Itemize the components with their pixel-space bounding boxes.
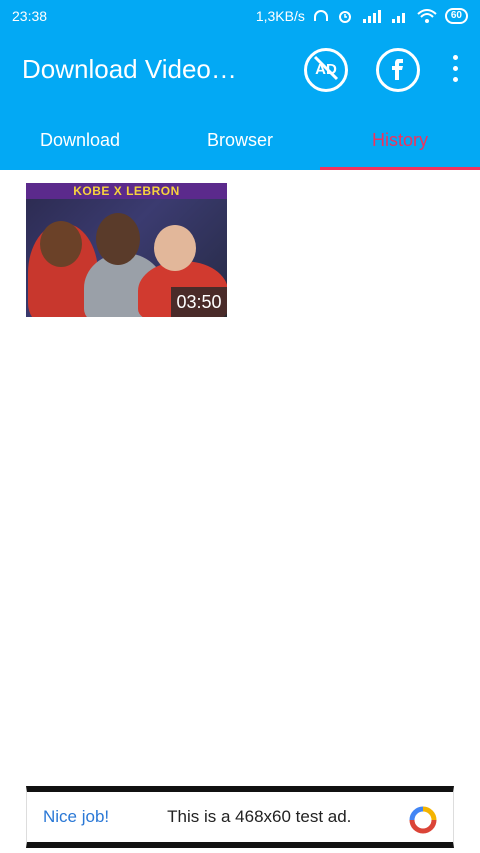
signal-4g-icon [361, 9, 383, 23]
reporter-head [154, 225, 196, 271]
video-thumbnail[interactable]: KOBE X LEBRON 03:50 [26, 183, 227, 317]
ad-logo-icon [409, 806, 437, 834]
status-time: 23:38 [12, 8, 48, 24]
no-ads-icon: AD [311, 53, 341, 88]
ad-lead-text: Nice job! [43, 807, 110, 826]
signal-icon [391, 9, 409, 23]
tab-download[interactable]: Download [0, 110, 160, 170]
tab-browser[interactable]: Browser [160, 110, 320, 170]
headset-icon [313, 9, 329, 23]
status-bar: 23:38 1,3KB/s 60 [0, 0, 480, 32]
status-icons: 1,3KB/s 60 [256, 8, 468, 24]
player-head-center [96, 213, 140, 265]
net-speed: 1,3KB/s [255, 8, 305, 24]
no-ads-button[interactable]: AD [304, 48, 348, 92]
wifi-icon [417, 9, 437, 23]
history-list: KOBE X LEBRON 03:50 [0, 170, 480, 785]
tab-bar: Download Browser History [0, 110, 480, 170]
app-actions: AD [304, 48, 462, 92]
app-title: Download Video… [22, 54, 237, 84]
thumbnail-banner: KOBE X LEBRON [26, 183, 227, 199]
tab-history[interactable]: History [320, 110, 480, 170]
alarm-icon [337, 8, 353, 24]
tab-history-label: History [371, 129, 428, 150]
more-options-button[interactable] [448, 48, 462, 88]
tab-download-label: Download [39, 129, 121, 150]
facebook-button[interactable] [376, 48, 420, 92]
app-bar: Download Video… AD [0, 32, 480, 110]
battery-icon: 60 [444, 8, 468, 24]
video-duration: 03:50 [171, 287, 227, 317]
player-head-left [40, 221, 82, 267]
ad-text: This is a 468x60 test ad. [167, 807, 352, 826]
ad-banner[interactable]: Nice job! This is a 468x60 test ad. [26, 786, 454, 848]
facebook-icon [387, 55, 409, 86]
tab-browser-label: Browser [206, 129, 273, 150]
more-vert-icon [452, 54, 458, 60]
